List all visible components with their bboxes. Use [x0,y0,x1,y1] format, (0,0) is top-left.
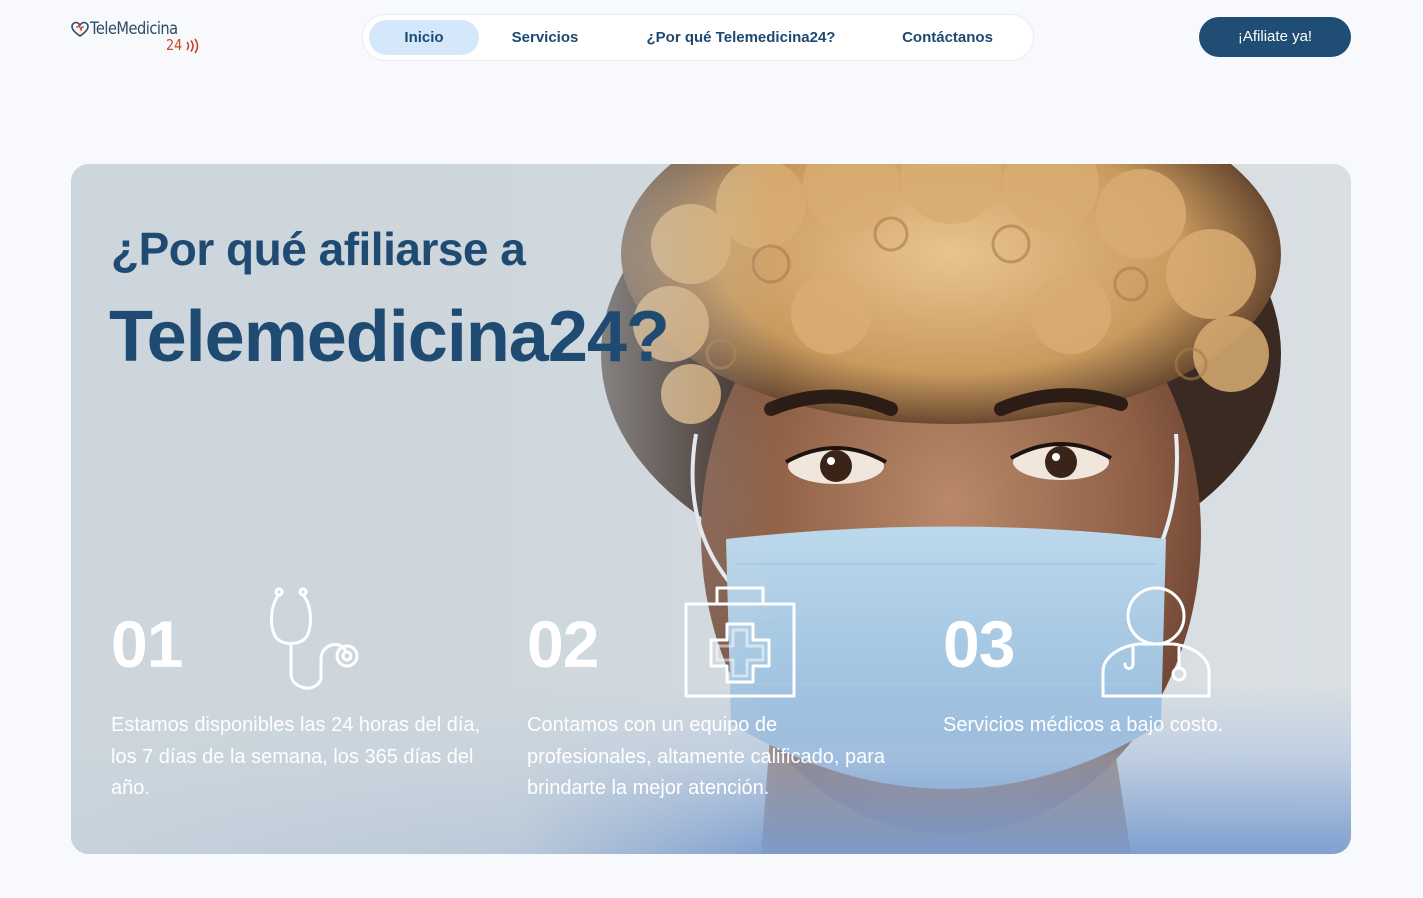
nav-item-inicio[interactable]: Inicio [369,20,479,55]
feature-number: 03 [943,607,1015,681]
doctor-icon [1101,586,1211,698]
feature-description: Estamos disponibles las 24 horas del día… [111,714,481,799]
affiliate-button[interactable]: ¡Afiliate ya! [1199,17,1351,57]
nav-item-contactanos[interactable]: Contáctanos [885,20,1010,55]
logo-suffix: 24 [166,36,183,54]
hero-title-line-1: ¿Por qué afiliarse a [111,223,526,275]
stethoscope-icon [270,587,359,690]
nav-item-por-que[interactable]: ¿Por qué Telemedicina24? [631,20,851,55]
nav-item-servicios[interactable]: Servicios [491,20,599,55]
logo[interactable]: TeleMedicina 24 [70,18,210,60]
logo-name: TeleMedicina [90,19,178,39]
feature-number: 02 [527,607,599,681]
signal-waves-icon [186,38,199,54]
feature-description: Servicios médicos a bajo costo. [943,714,1224,736]
hero-title-line-2: Telemedicina24? [109,297,670,377]
feature-number: 01 [111,607,183,681]
hero-section: ¿Por qué afiliarse a Telemedicina24? 01 … [71,164,1351,854]
feature-description: Contamos con un equipo de profesionales,… [527,714,885,799]
stethoscope-heart-icon [71,21,89,37]
site-header: TeleMedicina 24 Inicio Servicios ¿Por qu… [0,0,1423,75]
main-nav: Inicio Servicios ¿Por qué Telemedicina24… [362,14,1034,61]
first-aid-kit-icon [684,586,796,698]
